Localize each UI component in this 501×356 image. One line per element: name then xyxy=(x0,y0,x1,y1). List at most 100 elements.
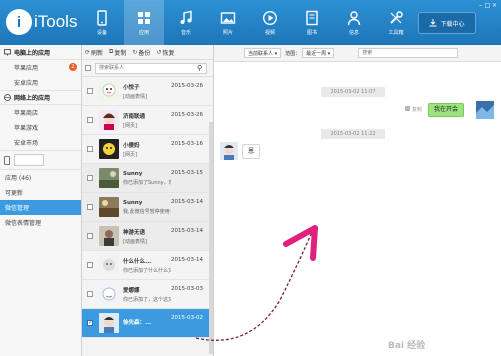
contact-row[interactable]: 神游无语 [动画表情] 2015-03-14 xyxy=(82,222,213,251)
nav-video[interactable]: 视频 xyxy=(250,0,290,45)
refresh-button[interactable]: ⟳ 刷新 xyxy=(85,48,103,57)
row-checkbox[interactable] xyxy=(87,175,93,181)
contact-list-panel: ⟳刷新 ⧉复制 ↻备份 ↺恢复 ⚲ 小悦子 [动画表情] 2015-03-26 济… xyxy=(82,45,214,356)
contact-last-message: [动画表情] xyxy=(123,93,147,100)
contact-row[interactable]: 济南联通 [网页] 2015-03-26 xyxy=(82,106,213,135)
contact-last-message: 你已添加了什么什么又什么... xyxy=(123,267,171,274)
contact-last-message: 你已添加了，这个这又又什么... xyxy=(123,296,171,303)
contact-last-message: [网页] xyxy=(123,122,137,129)
avatar xyxy=(99,139,119,159)
window-controls: – □ × xyxy=(477,2,498,9)
sidebar-header-pc: 电脑上的应用 xyxy=(0,45,81,60)
contact-date: 2015-03-14 xyxy=(171,199,203,205)
sidebar-item-updatable[interactable]: 可更新 xyxy=(0,185,81,200)
outgoing-message[interactable]: 我在开会 xyxy=(428,103,465,117)
contact-row[interactable]: 小悦子 [动画表情] 2015-03-26 xyxy=(82,77,213,106)
restore-icon: ↺ xyxy=(156,48,162,56)
contact-row[interactable]: 爱娜娜你已添加了，这个这又又什么... 2015-03-03 xyxy=(82,280,213,309)
contact-row[interactable]: Sunny 你已添加了Sunny，现在可... 2015-03-15 xyxy=(82,164,213,193)
range-label: 范围： xyxy=(285,50,301,57)
nav-music[interactable]: 音乐 xyxy=(166,0,206,45)
globe-icon xyxy=(4,94,11,101)
contact-avatar xyxy=(220,142,238,160)
copy-message-link[interactable]: 复制 xyxy=(412,106,422,113)
video-icon xyxy=(262,10,278,25)
nav-info[interactable]: 信息 xyxy=(334,0,374,45)
photo-icon xyxy=(220,11,236,24)
copy-icon[interactable] xyxy=(405,106,410,111)
copy-button[interactable]: ⧉ 复制 xyxy=(109,48,126,57)
top-bar: i iTools 设备 应用 音乐 照片 视频 图书 信息 工具箱 下载中心 –… xyxy=(0,0,501,45)
sidebar-item-apple-apps[interactable]: 苹果应用 2 xyxy=(0,60,81,75)
contact-row[interactable]: 小傻妈 [网页] 2015-03-16 xyxy=(82,135,213,164)
contact-search-input[interactable] xyxy=(95,62,207,74)
watermark: Bai 经验 xyxy=(388,341,426,351)
restore-button[interactable]: ↺ 恢复 xyxy=(156,48,174,57)
contact-date: 2015-03-14 xyxy=(171,228,203,234)
contact-row-selected[interactable]: 徐先森：... 2015-03-02 xyxy=(82,309,213,338)
contact-search-row: ⚲ xyxy=(82,60,213,77)
row-checkbox[interactable] xyxy=(87,117,93,123)
row-checkbox[interactable] xyxy=(87,291,93,297)
contact-name: 小悦子 xyxy=(123,84,140,91)
user-icon xyxy=(347,10,361,25)
row-checkbox[interactable] xyxy=(87,233,93,239)
download-center-button[interactable]: 下载中心 xyxy=(418,12,476,34)
minimize-icon[interactable]: – xyxy=(477,2,484,9)
row-checkbox[interactable] xyxy=(87,146,93,152)
avatar xyxy=(99,197,119,217)
contact-last-message: 我,此微信号暂停使用～记... xyxy=(123,208,171,215)
chat-search-input[interactable] xyxy=(358,48,459,58)
select-all-checkbox[interactable] xyxy=(85,65,91,71)
range-select[interactable]: 最近一周 ▾ xyxy=(302,48,335,58)
close-icon[interactable]: × xyxy=(491,2,498,9)
avatar xyxy=(99,284,119,304)
device-name xyxy=(14,154,44,166)
maximize-icon[interactable]: □ xyxy=(484,2,491,9)
nav-books[interactable]: 图书 xyxy=(292,0,332,45)
incoming-message[interactable]: 恩 xyxy=(242,144,261,159)
sidebar-item-android-market[interactable]: 安卓市场 xyxy=(0,135,81,150)
contact-list-scrollbar[interactable] xyxy=(209,122,213,354)
nav-toolbox[interactable]: 工具箱 xyxy=(376,0,416,45)
chat-filter-bar: 当前联系人 ▾ 范围： 最近一周 ▾ xyxy=(214,45,501,62)
contact-scope-select[interactable]: 当前联系人 ▾ xyxy=(244,48,282,58)
refresh-icon: ⟳ xyxy=(85,48,91,56)
nav-device[interactable]: 设备 xyxy=(82,0,122,45)
my-avatar xyxy=(476,101,494,119)
contact-row[interactable]: 什么什么... 你已添加了什么什么又什么... 2015-03-14 xyxy=(82,251,213,280)
count-badge: 2 xyxy=(69,63,77,71)
contact-name: Sunny xyxy=(123,170,143,177)
contact-name: 什么什么... xyxy=(123,258,152,265)
sidebar-item-apps-count[interactable]: 应用 (46) xyxy=(0,170,81,185)
contact-toolbar: ⟳ 刷新 ⧉ 复制 ↻ 备份 ↺ 恢复 xyxy=(82,45,213,60)
apps-icon xyxy=(138,11,150,24)
contact-date: 2015-03-03 xyxy=(171,286,203,292)
main-nav: 设备 应用 音乐 照片 视频 图书 信息 工具箱 xyxy=(82,0,418,45)
avatar xyxy=(99,255,119,275)
sidebar-item-apple-games[interactable]: 苹果游戏 xyxy=(0,120,81,135)
avatar xyxy=(99,313,119,333)
device-selector[interactable] xyxy=(0,150,81,170)
backup-icon: ↻ xyxy=(132,48,138,56)
phone-icon xyxy=(97,9,107,26)
sidebar-item-android-apps[interactable]: 安卓应用 xyxy=(0,75,81,90)
row-checkbox[interactable] xyxy=(87,262,93,268)
row-checkbox[interactable] xyxy=(87,319,93,326)
sidebar-item-wechat-emoji[interactable]: 微信表情管理 xyxy=(0,215,81,230)
row-checkbox[interactable] xyxy=(87,88,93,94)
row-checkbox[interactable] xyxy=(87,204,93,210)
timestamp: 2015-03-02 11:07 xyxy=(321,87,385,97)
avatar xyxy=(99,168,119,188)
contact-name: Sunny xyxy=(123,199,143,206)
backup-button[interactable]: ↻ 备份 xyxy=(132,48,150,57)
contact-name: 小傻妈 xyxy=(123,142,140,149)
sidebar-item-apple-store[interactable]: 苹果商店 xyxy=(0,105,81,120)
contact-date: 2015-03-16 xyxy=(171,141,203,147)
nav-apps[interactable]: 应用 xyxy=(124,0,164,45)
search-icon[interactable]: ⚲ xyxy=(197,64,202,72)
sidebar-item-wechat-manage[interactable]: 微信管理 xyxy=(0,200,81,215)
nav-photos[interactable]: 照片 xyxy=(208,0,248,45)
contact-name: 徐先森：... xyxy=(123,320,152,326)
contact-row[interactable]: Sunny 我,此微信号暂停使用～记... 2015-03-14 xyxy=(82,193,213,222)
